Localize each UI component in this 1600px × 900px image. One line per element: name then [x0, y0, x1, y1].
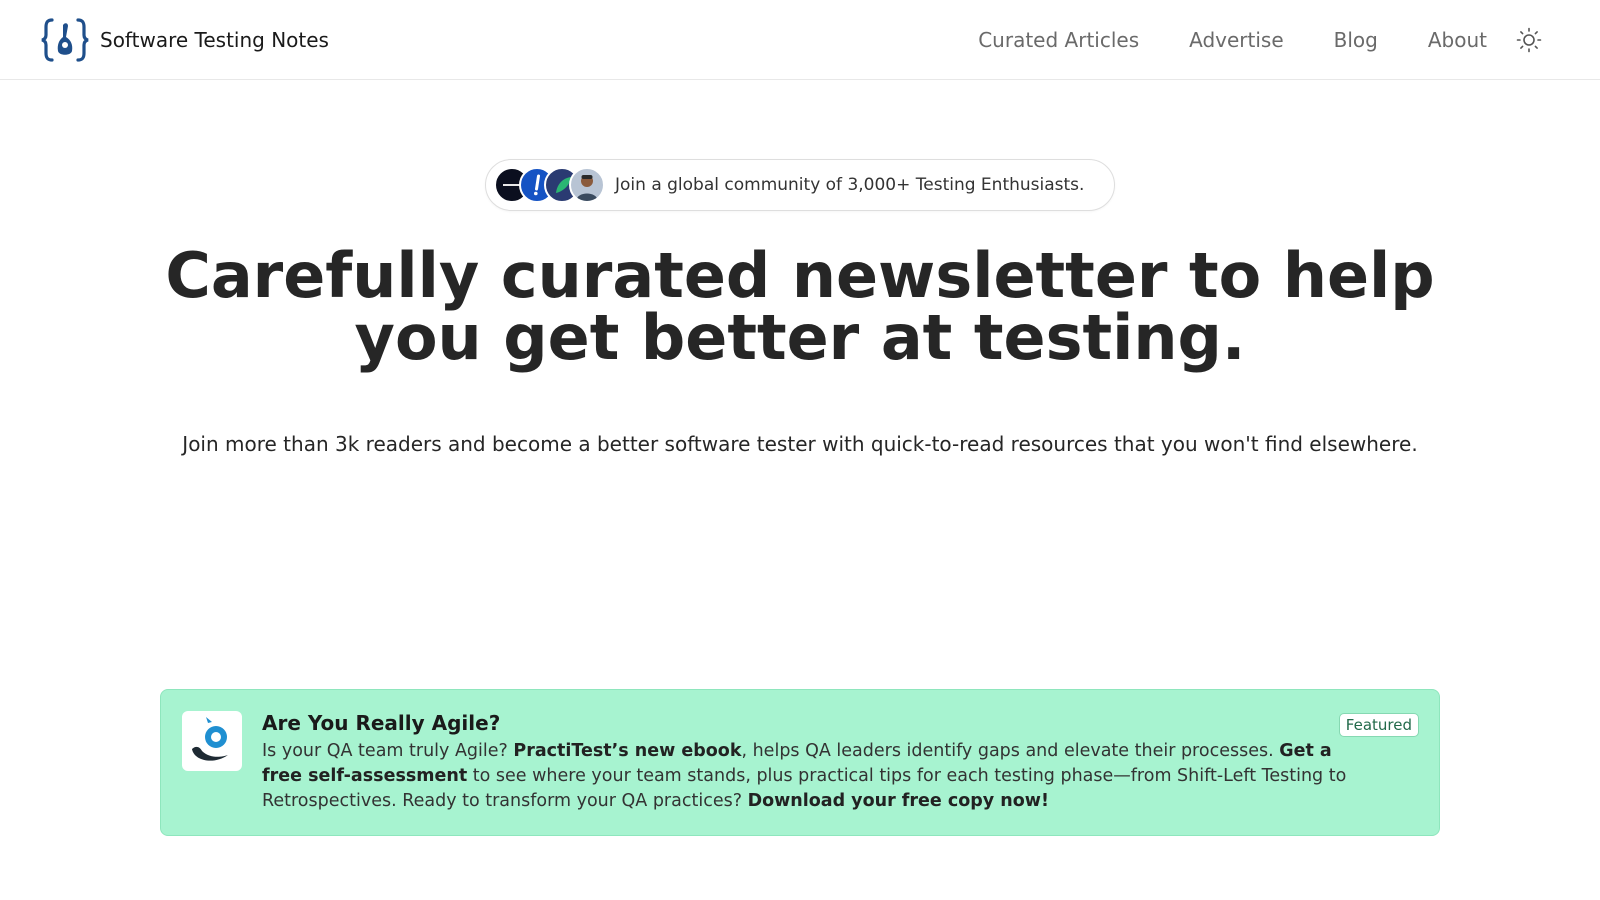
community-text: Join a global community of 3,000+ Testin… — [615, 175, 1085, 195]
featured-card-body: Are You Really Agile? Is your QA team tr… — [262, 710, 1362, 814]
brand-home-link[interactable]: Software Testing Notes — [40, 14, 329, 66]
site-header: Software Testing Notes Curated Articles … — [0, 0, 1600, 80]
featured-description: Is your QA team truly Agile? PractiTest’… — [262, 739, 1362, 814]
nav-advertise[interactable]: Advertise — [1189, 28, 1284, 52]
brand-logo-icon — [41, 18, 89, 62]
featured-text-2: , helps QA leaders identify gaps and ele… — [741, 741, 1280, 761]
featured-text-1: Is your QA team truly Agile? — [262, 741, 514, 761]
theme-toggle-button[interactable] — [1515, 26, 1543, 54]
featured-download-cta[interactable]: Download your free copy now! — [748, 791, 1049, 811]
sponsor-logo — [182, 711, 242, 771]
featured-badge: Featured — [1338, 713, 1419, 737]
nav-curated-articles[interactable]: Curated Articles — [978, 28, 1139, 52]
person-avatar-icon — [576, 175, 598, 201]
featured-bold-1: PractiTest’s new ebook — [513, 741, 742, 761]
community-pill: Join a global community of 3,000+ Testin… — [485, 159, 1115, 211]
headline-line-1: Carefully curated newsletter to help — [165, 239, 1435, 312]
sun-icon — [1516, 27, 1542, 53]
featured-sponsor-card[interactable]: Are You Really Agile? Is your QA team tr… — [160, 689, 1440, 836]
page-subtitle: Join more than 3k readers and become a b… — [182, 432, 1418, 456]
featured-title: Are You Really Agile? — [262, 711, 501, 735]
practitest-logo-icon — [192, 717, 228, 761]
community-avatars — [494, 166, 605, 204]
main-nav: Curated Articles Advertise Blog About — [978, 0, 1600, 80]
nav-blog[interactable]: Blog — [1334, 28, 1378, 52]
nav-about[interactable]: About — [1428, 28, 1487, 52]
headline-line-2: you get better at testing. — [354, 301, 1246, 374]
page-headline: Carefully curated newsletter to help you… — [0, 245, 1600, 369]
avatar — [569, 167, 605, 203]
brand-name: Software Testing Notes — [100, 28, 329, 52]
